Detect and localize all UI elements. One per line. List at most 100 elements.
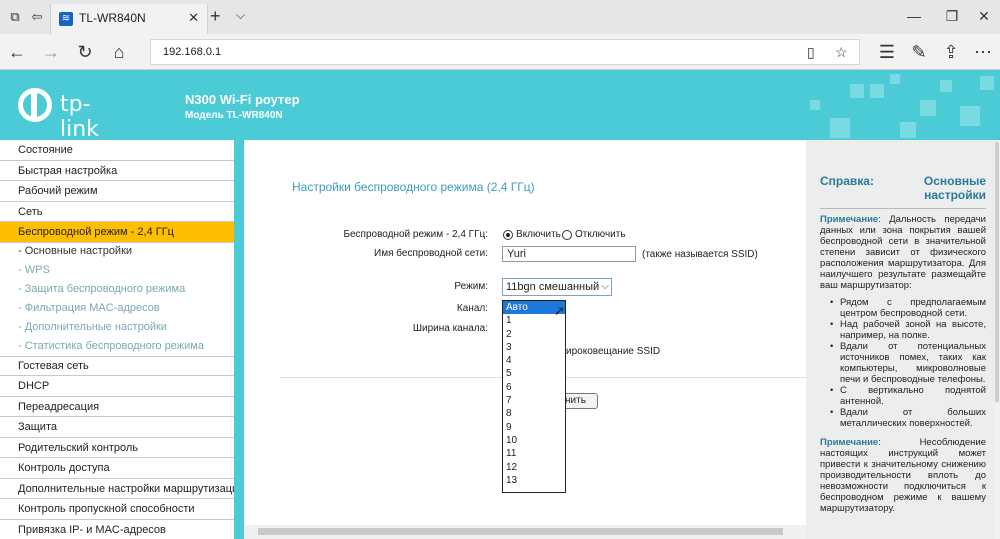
- sidebar-subitem-statistics[interactable]: - Статистика беспроводного режима: [0, 336, 234, 357]
- sidebar-item-dhcp[interactable]: DHCP: [0, 376, 234, 397]
- tab-preview-icon[interactable]: ⧉: [6, 8, 24, 26]
- help-title-right: Основные настройки: [923, 174, 986, 202]
- help-bullets: Рядом с предполагаемым центром беспровод…: [820, 297, 986, 429]
- channel-option[interactable]: 2: [503, 328, 565, 341]
- help-panel: Основные настройки Справка: Примечание: …: [806, 140, 994, 539]
- header-pattern: [790, 70, 1000, 140]
- browser-tab[interactable]: ≋ TL-WR840N ✕: [50, 4, 208, 34]
- close-icon[interactable]: ✕: [188, 10, 199, 26]
- forward-icon[interactable]: →: [40, 41, 62, 63]
- sidebar-subitem-advanced[interactable]: - Дополнительные настройки: [0, 317, 234, 338]
- pen-icon[interactable]: ✎: [908, 41, 930, 63]
- sidebar-item-parental-control[interactable]: Родительский контроль: [0, 438, 234, 458]
- help-bullet: С вертикально поднятой антенной.: [830, 385, 986, 407]
- wireless-mode-label: Беспроводной режим - 2,4 ГГц:: [343, 229, 488, 240]
- channel-option[interactable]: 13: [503, 474, 565, 487]
- sidebar-subitem-wireless-security[interactable]: - Защита беспроводного режима: [0, 279, 234, 300]
- mode-select-value: 11bgn смешанный: [506, 281, 600, 293]
- sidebar-item-status[interactable]: Состояние: [0, 140, 234, 161]
- sidebar-scrollbar[interactable]: [234, 140, 244, 539]
- favorites-hub-icon[interactable]: ☰: [876, 41, 898, 63]
- favorite-star-icon[interactable]: ☆: [835, 44, 848, 61]
- channel-dropdown-list[interactable]: Авто 1 2 3 4 5 6 7 8 9 10 11 12 13: [502, 300, 566, 493]
- new-tab-icon[interactable]: +: [210, 6, 221, 27]
- help-note-1-label: Примечание: [820, 214, 879, 225]
- set-aside-icon[interactable]: ⇦: [28, 8, 46, 26]
- mode-select[interactable]: 11bgn смешанный ⌵: [502, 278, 612, 296]
- page-title: Настройки беспроводного режима (2,4 ГГц): [292, 180, 535, 194]
- help-note-2-label: Примечание: [820, 437, 879, 448]
- more-icon[interactable]: ⋯: [972, 41, 994, 63]
- minimize-icon[interactable]: —: [904, 8, 924, 24]
- sidebar-menu: Состояние Быстрая настройка Рабочий режи…: [0, 140, 234, 539]
- disable-radio[interactable]: [562, 230, 572, 240]
- channel-option[interactable]: 10: [503, 434, 565, 447]
- sidebar-item-routing[interactable]: Дополнительные настройки маршрутизации: [0, 479, 234, 499]
- restore-icon[interactable]: ❐: [942, 8, 962, 25]
- channel-label: Канал:: [456, 303, 488, 314]
- horizontal-scrollbar[interactable]: [244, 525, 806, 539]
- url-text[interactable]: 192.168.0.1: [163, 46, 221, 58]
- channel-option[interactable]: 7: [503, 394, 565, 407]
- help-scrollbar[interactable]: [994, 140, 1000, 539]
- sidebar-item-bandwidth-control[interactable]: Контроль пропускной способности: [0, 499, 234, 520]
- home-icon[interactable]: ⌂: [108, 41, 130, 63]
- channel-option[interactable]: 12: [503, 461, 565, 474]
- help-bullet: Над рабочей зоной на высоте, например, н…: [830, 319, 986, 341]
- sidebar-item-operation-mode[interactable]: Рабочий режим: [0, 181, 234, 202]
- help-divider: [820, 208, 986, 209]
- disable-label[interactable]: Отключить: [575, 229, 626, 240]
- brand-name: tp-link: [60, 92, 99, 140]
- sidebar-item-forwarding[interactable]: Переадресация: [0, 397, 234, 417]
- sidebar-item-quick-setup[interactable]: Быстрая настройка: [0, 161, 234, 181]
- sidebar-subitem-basic-settings[interactable]: - Основные настройки: [0, 241, 234, 262]
- tp-link-logo: tp-link: [18, 88, 128, 140]
- chevron-down-icon[interactable]: ⌵: [236, 8, 245, 23]
- reading-view-icon[interactable]: ▯: [807, 44, 815, 61]
- product-name: N300 Wi-Fi роутер: [185, 92, 300, 107]
- tp-link-logo-icon: [18, 88, 52, 122]
- ssid-input[interactable]: Yuri: [502, 246, 636, 262]
- address-bar[interactable]: 192.168.0.1 ▯ ☆: [150, 39, 860, 65]
- help-note-2: Примечание: Несоблюдение настоящих инстр…: [820, 437, 986, 514]
- enable-label[interactable]: Включить: [516, 229, 561, 240]
- channel-width-label: Ширина канала:: [412, 323, 488, 334]
- sidebar-subitem-wps[interactable]: - WPS: [0, 260, 234, 281]
- sidebar-item-network[interactable]: Сеть: [0, 202, 234, 222]
- channel-option[interactable]: 11: [503, 447, 565, 460]
- channel-option[interactable]: 3: [503, 341, 565, 354]
- ssid-broadcast-label[interactable]: ироковещание SSID: [566, 346, 660, 357]
- back-icon[interactable]: ←: [6, 41, 28, 63]
- enable-radio[interactable]: [503, 230, 513, 240]
- help-note-2-text: : Несоблюдение настоящих инструкций може…: [820, 437, 986, 514]
- channel-option[interactable]: 8: [503, 407, 565, 420]
- sidebar-subitem-mac-filtering[interactable]: - Фильтрация MAC-адресов: [0, 298, 234, 319]
- main-content: Настройки беспроводного режима (2,4 ГГц)…: [244, 140, 806, 539]
- browser-nav-bar: ← → ↻ ⌂ 192.168.0.1 ▯ ☆ ☰ ✎ ⇪ ⋯: [0, 34, 1000, 70]
- help-bullet: Вдали от потенциальных источников помех,…: [830, 341, 986, 385]
- sidebar-item-security[interactable]: Защита: [0, 417, 234, 438]
- channel-option[interactable]: 9: [503, 421, 565, 434]
- browser-tab-bar: ⧉ ⇦ ≋ TL-WR840N ✕ + ⌵ — ❐ ✕: [0, 0, 1000, 34]
- ssid-note: (также называется SSID): [642, 249, 758, 260]
- ssid-label: Имя беспроводной сети:: [374, 248, 488, 259]
- sidebar-item-guest-network[interactable]: Гостевая сеть: [0, 356, 234, 376]
- mode-label: Режим:: [454, 281, 488, 292]
- refresh-icon[interactable]: ↻: [74, 41, 96, 63]
- help-note-1: Примечание: Дальность передачи данных ил…: [820, 214, 986, 291]
- scrollbar-thumb[interactable]: [258, 528, 783, 535]
- channel-option[interactable]: 6: [503, 381, 565, 394]
- help-title: Основные настройки Справка:: [820, 174, 986, 202]
- sidebar-item-access-control[interactable]: Контроль доступа: [0, 458, 234, 479]
- help-bullet: Вдали от больших металлических поверхнос…: [830, 407, 986, 429]
- sidebar-item-ip-mac-binding[interactable]: Привязка IP- и MAC-адресов: [0, 520, 234, 539]
- help-scrollbar-thumb[interactable]: [995, 142, 999, 402]
- wifi-favicon-icon: ≋: [59, 12, 73, 26]
- sidebar-item-wireless[interactable]: Беспроводной режим - 2,4 ГГц: [0, 222, 234, 243]
- share-icon[interactable]: ⇪: [940, 41, 962, 63]
- channel-option[interactable]: 5: [503, 367, 565, 380]
- chevron-down-icon: ⌵: [601, 281, 609, 292]
- channel-option[interactable]: 4: [503, 354, 565, 367]
- window-close-icon[interactable]: ✕: [974, 8, 994, 25]
- mouse-cursor-icon: ➚: [554, 303, 565, 318]
